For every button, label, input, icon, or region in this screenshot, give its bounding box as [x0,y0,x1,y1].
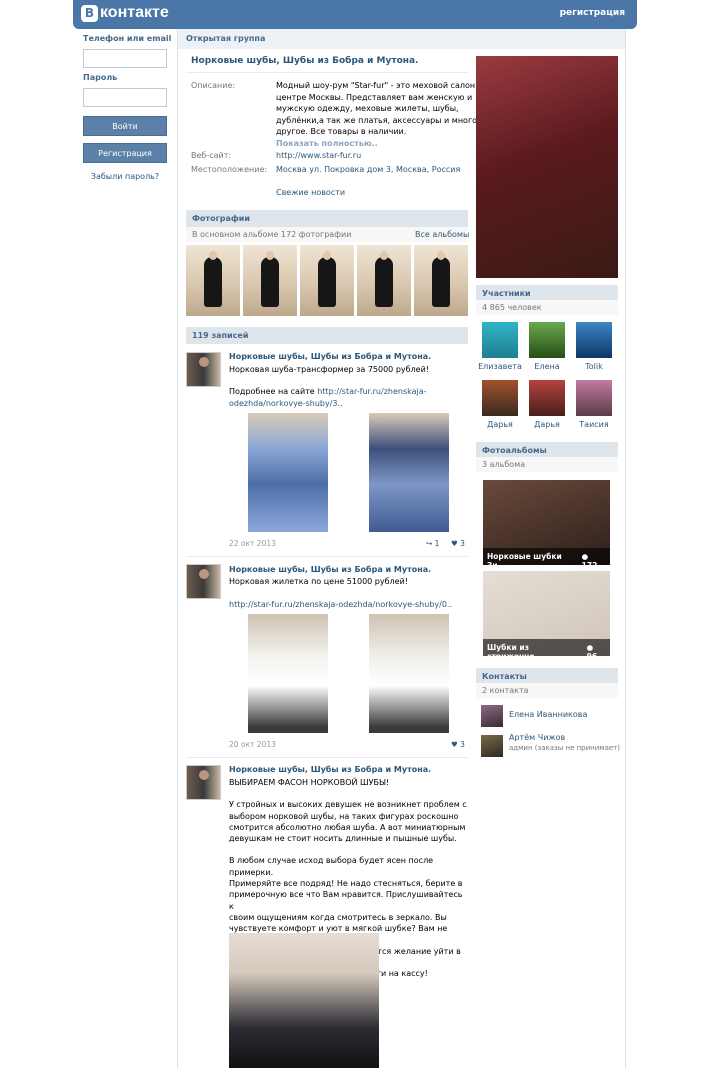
share-count[interactable]: ↪ 1 [426,539,439,548]
password-label: Пароль [83,73,118,82]
photos-header[interactable]: Фотографии [186,210,468,227]
post-avatar[interactable] [186,352,221,387]
contact-avatar[interactable] [481,705,503,727]
phone-label: Телефон или email [83,34,172,43]
member-avatar[interactable] [576,322,612,358]
contacts-count: 2 контакта [476,683,618,698]
password-input[interactable] [83,88,167,107]
post-divider [186,556,468,557]
wall-header[interactable]: 119 записей [186,327,468,344]
header-register-link[interactable]: регистрация [560,8,625,18]
forgot-password-link[interactable]: Забыли пароль? [83,172,167,181]
photo-thumbnail[interactable] [186,245,240,316]
album-count: ● 172 [581,552,598,570]
post-image[interactable] [229,933,379,1068]
album-card[interactable]: Норковые шубки Зи... ● 172 [483,480,610,570]
heart-icon: ♥ [451,539,458,548]
post-text: Норковая жилетка по цене 51000 рублей! [229,577,408,586]
contact-name[interactable]: Елена Иванникова [509,710,587,719]
location-label: Местоположение: [191,165,268,174]
member-name[interactable]: Таисия [569,420,619,429]
description-label: Описание: [191,81,236,90]
member-name[interactable]: Tolik [569,362,619,371]
members-count: 4 865 человек [476,300,618,315]
phone-input[interactable] [83,49,167,68]
vk-logo[interactable]: Вконтакте [81,4,169,22]
photo-thumbnail[interactable] [243,245,297,316]
website-link[interactable]: http://www.star-fur.ru [276,150,361,162]
post-image[interactable] [248,614,328,733]
contact-avatar[interactable] [481,735,503,757]
post-link[interactable]: http://star-fur.ru/zhenskaja-odezhda/nor… [229,599,465,610]
photo-thumbnail[interactable] [414,245,468,316]
member-avatar[interactable] [529,380,565,416]
member-avatar[interactable] [529,322,565,358]
website-label: Веб-сайт: [191,151,232,160]
member-avatar[interactable] [576,380,612,416]
member-name[interactable]: Елизавета [475,362,525,371]
album-name: Шубки из стриженно... [487,643,544,661]
post-date[interactable]: 20 окт 2013 [229,740,276,749]
member-name[interactable]: Дарья [475,420,525,429]
post-link[interactable]: http://star-fur.ru/zhenskaja- [317,387,426,396]
post-date[interactable]: 22 окт 2013 [229,539,276,548]
group-cover-photo[interactable] [476,56,618,278]
albums-count: 3 альбома [476,457,618,472]
member-avatar[interactable] [482,322,518,358]
post-author[interactable]: Норковые шубы, Шубы из Бобра и Мутона. [229,765,431,774]
group-type-bar: Открытая группа [178,29,625,49]
album-name: Норковые шубки Зи... [487,552,562,570]
post-author[interactable]: Норковые шубы, Шубы из Бобра и Мутона. [229,565,431,574]
top-header: Вконтакте регистрация [73,0,637,29]
all-albums-link[interactable]: Все альбомы [415,230,469,239]
photo-thumbnail[interactable] [357,245,411,316]
post-image[interactable] [369,413,449,532]
post-divider [186,757,468,758]
like-count[interactable]: ♥ 3 [451,539,465,548]
post-image[interactable] [248,413,328,532]
post-author[interactable]: Норковые шубы, Шубы из Бобра и Мутона. [229,352,431,361]
member-avatar[interactable] [482,380,518,416]
post-avatar[interactable] [186,765,221,800]
vk-logo-icon: В [81,4,98,22]
post-avatar[interactable] [186,564,221,599]
register-button[interactable]: Регистрация [83,143,167,163]
location-link[interactable]: Москва ул. Покровка дом 3, Москва, Росси… [276,164,460,176]
login-button[interactable]: Войти [83,116,167,136]
album-count: ● 96 [586,643,598,661]
description-text: Модный шоу-рум "Star-fur" - это меховой … [276,81,483,137]
contact-name[interactable]: Артём Чижов [509,733,565,742]
member-name[interactable]: Дарья [522,420,572,429]
member-name[interactable]: Елена [522,362,572,371]
post-image[interactable] [369,614,449,733]
show-more-link[interactable]: Показать полностью.. [276,138,378,150]
logo-text: контакте [100,4,169,21]
fresh-news-link[interactable]: Свежие новости [276,187,345,199]
post-text: Норковая шуба-трансформер за 75000 рубле… [229,365,430,408]
heart-icon: ♥ [451,740,458,749]
divider [186,72,468,73]
contact-role: админ (заказы не принимает) [509,744,620,752]
group-name: Норковые шубы, Шубы из Бобра и Мутона. [191,56,419,66]
photo-thumbnail[interactable] [300,245,354,316]
like-count[interactable]: ♥ 3 [451,740,465,749]
album-card[interactable]: Шубки из стриженно... ● 96 [483,571,610,661]
